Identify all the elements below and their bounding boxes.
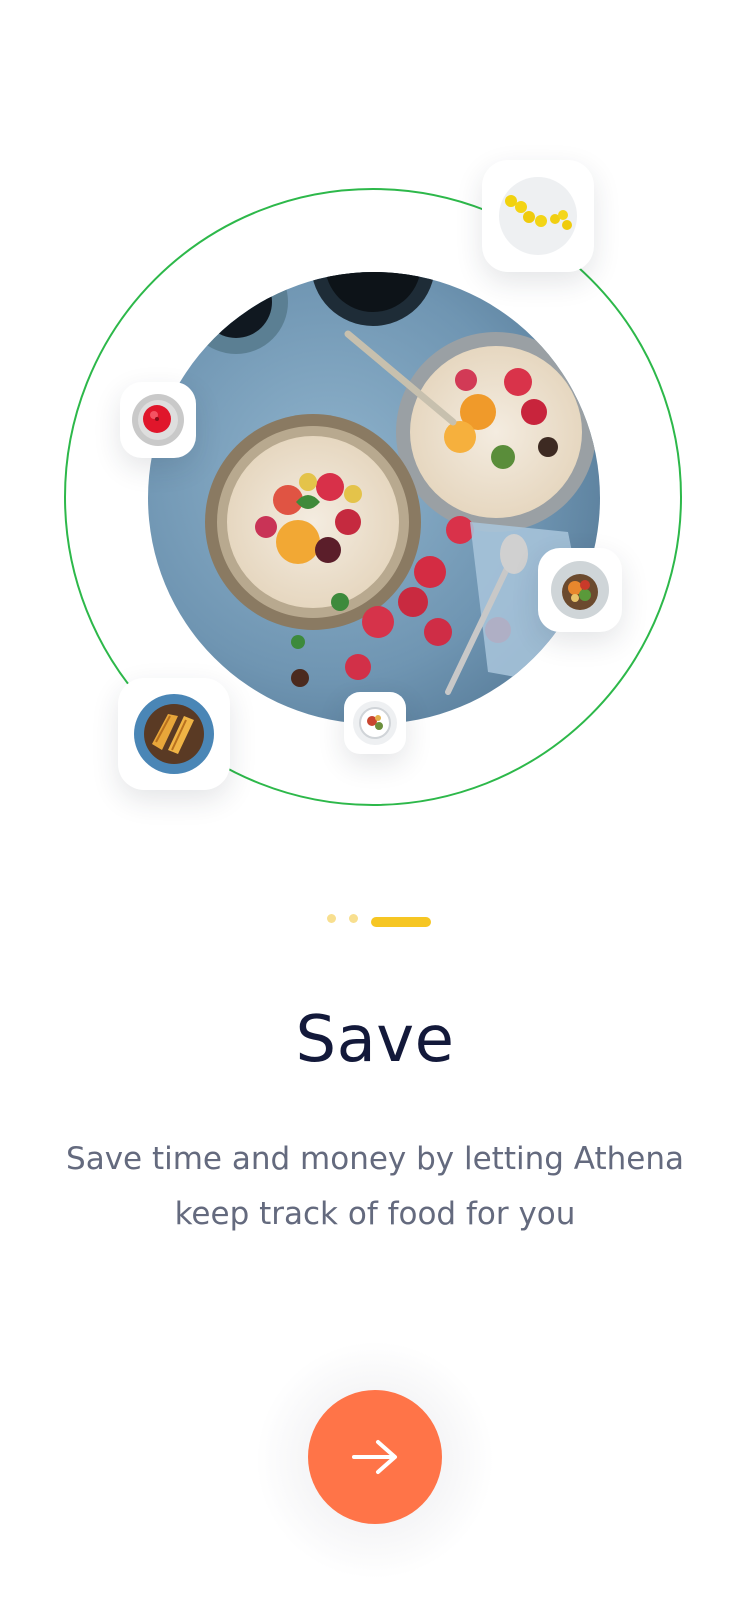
grilled-sandwich-image <box>134 694 214 774</box>
salad-bowl-image <box>551 561 609 619</box>
thumbnail-salad <box>538 548 622 632</box>
page-indicator <box>327 912 431 927</box>
arrow-right-icon <box>352 1440 397 1474</box>
onboarding-screen: Save Save time and money by letting Athe… <box>0 0 750 1624</box>
thumbnail-apple <box>120 382 196 458</box>
lemons-image <box>499 177 577 255</box>
plated-dish-image <box>353 701 397 745</box>
hero-food-image <box>148 272 600 724</box>
page-title: Save <box>295 1003 455 1077</box>
page-dot-3-active[interactable] <box>371 917 431 927</box>
next-button[interactable] <box>308 1390 442 1524</box>
page-dot-2[interactable] <box>349 913 358 923</box>
thumbnail-sandwich <box>118 678 230 790</box>
thumbnail-dish <box>344 692 406 754</box>
apple-image <box>132 394 184 446</box>
page-dot-1[interactable] <box>327 913 336 923</box>
page-description: Save time and money by letting Athena ke… <box>66 1141 684 1232</box>
thumbnail-lemons <box>482 160 594 272</box>
